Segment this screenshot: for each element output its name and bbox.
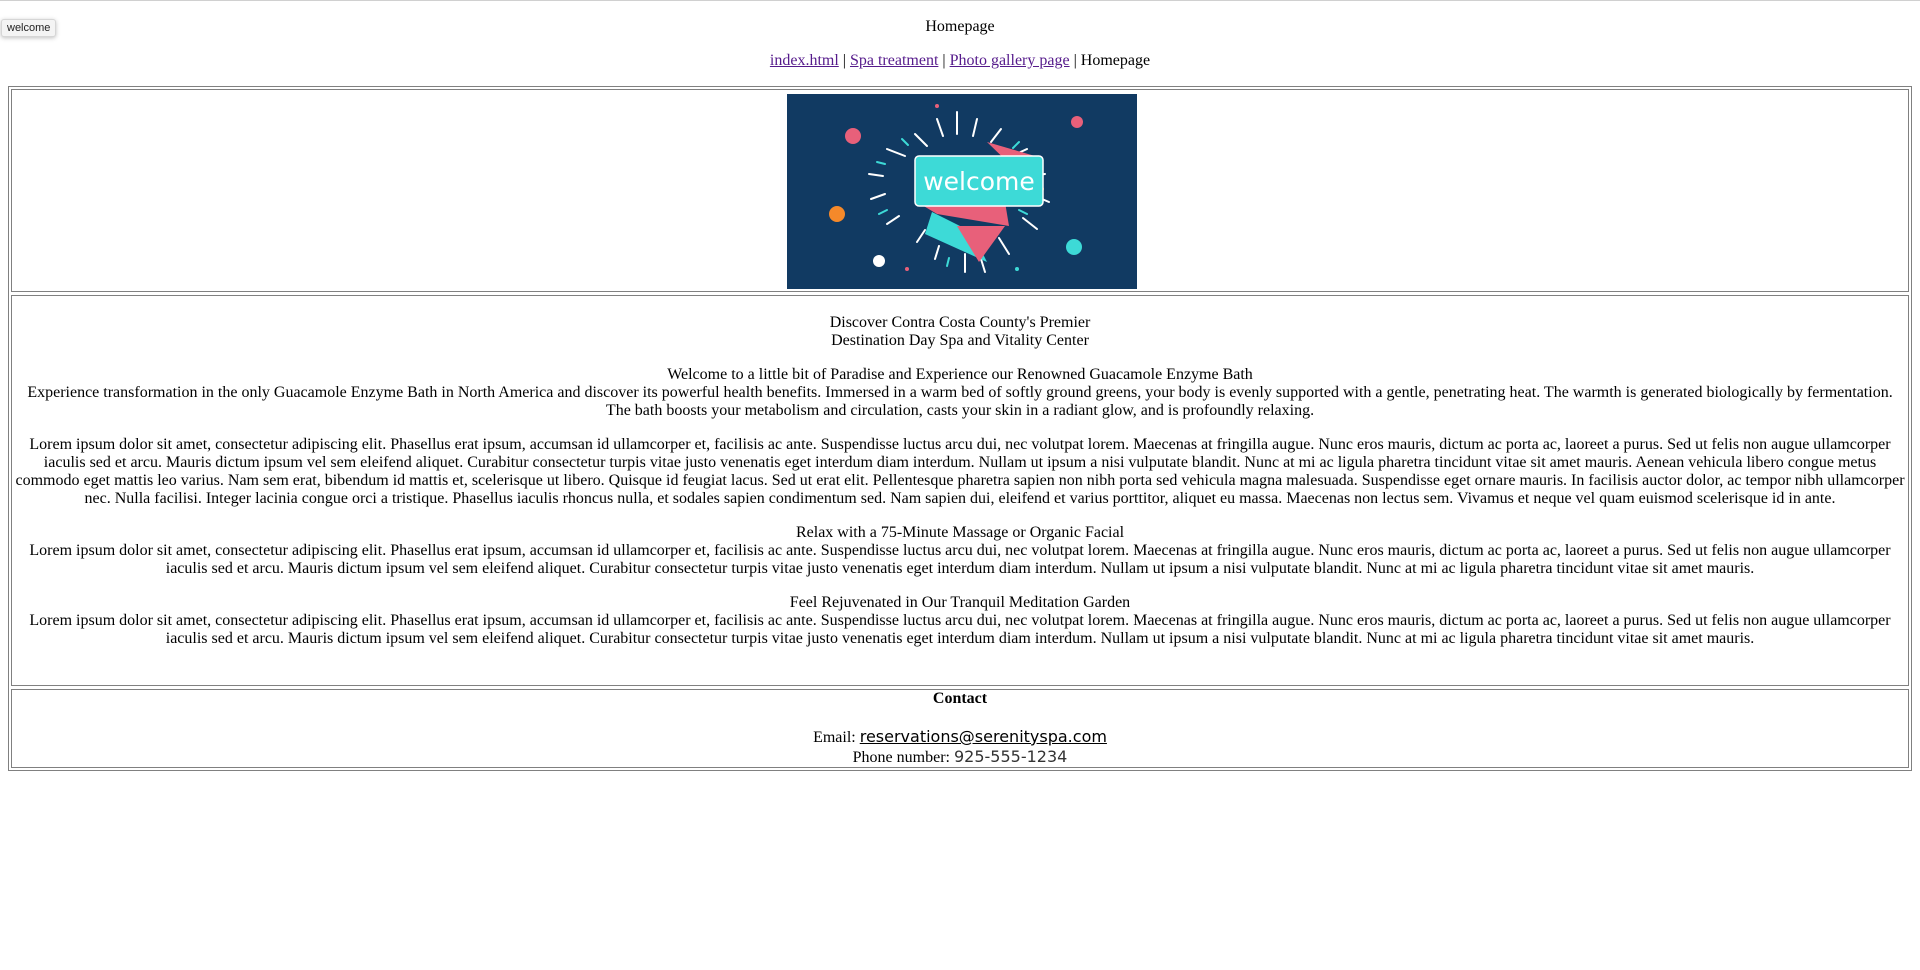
- banner-welcome-text: welcome: [923, 167, 1035, 196]
- banner-cell: welcome: [11, 89, 1909, 292]
- contact-heading: Contact: [932, 690, 988, 707]
- nav-bar: index.html | Spa treatment | Photo galle…: [0, 51, 1920, 71]
- nav-link-photo-gallery[interactable]: Photo gallery page: [950, 52, 1070, 69]
- welcome-title: Welcome to a little bit of Paradise and …: [667, 366, 1253, 383]
- intro-line-2: Destination Day Spa and Vitality Center: [831, 332, 1089, 349]
- email-line: Email: reservations@serenityspa.com: [12, 728, 1908, 747]
- massage-title: Relax with a 75-Minute Massage or Organi…: [795, 524, 1125, 541]
- nav-separator: |: [1069, 52, 1081, 69]
- contact-cell: Contact Email: reservations@serenityspa.…: [11, 689, 1909, 768]
- welcome-illustration: welcome: [787, 94, 1137, 289]
- intro-line-1: Discover Contra Costa County's Premier: [829, 314, 1091, 331]
- garden-title: Feel Rejuvenated in Our Tranquil Meditat…: [789, 594, 1131, 611]
- nav-separator: |: [838, 52, 850, 69]
- email-link[interactable]: reservations@serenityspa.com: [860, 727, 1107, 746]
- welcome-banner-image: welcome: [787, 94, 1137, 289]
- intro-heading: Discover Contra Costa County's Premier D…: [12, 314, 1908, 350]
- nav-link-spa-treatment[interactable]: Spa treatment: [850, 52, 938, 69]
- page-title: Homepage: [925, 18, 995, 35]
- welcome-paragraph: Experience transformation in the only Gu…: [27, 384, 1893, 419]
- nav-separator: |: [938, 52, 950, 69]
- phone-number: 925-555-1234: [953, 747, 1068, 766]
- phone-label: Phone number:: [852, 749, 954, 766]
- lorem-paragraph: Lorem ipsum dolor sit amet, consectetur …: [15, 436, 1905, 507]
- garden-paragraph: Lorem ipsum dolor sit amet, consectetur …: [29, 612, 1891, 647]
- nav-link-index[interactable]: index.html: [770, 52, 839, 69]
- nav-current-homepage: Homepage: [1080, 52, 1151, 69]
- layout-table: welcome Discover Contra Costa County's P…: [8, 86, 1912, 771]
- massage-paragraph: Lorem ipsum dolor sit amet, consectetur …: [29, 542, 1891, 577]
- email-label: Email:: [813, 729, 860, 746]
- content-cell: Discover Contra Costa County's Premier D…: [11, 295, 1909, 686]
- phone-line: Phone number: 925-555-1234: [12, 748, 1908, 767]
